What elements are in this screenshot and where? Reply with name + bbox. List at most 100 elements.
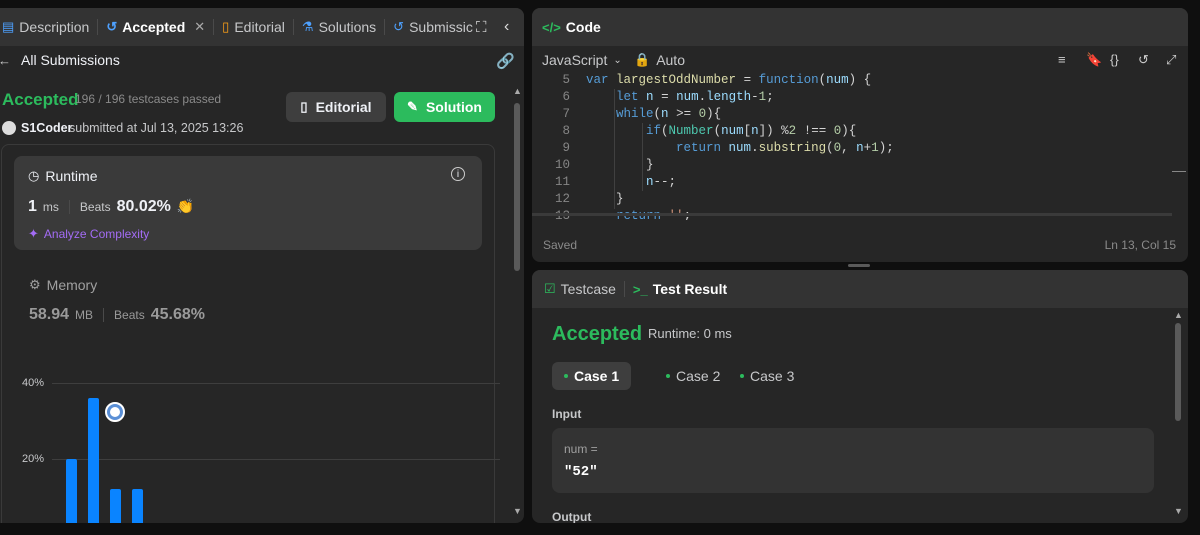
scroll-up-arrow[interactable]: ▲ [1174,310,1183,320]
result-status: Accepted [552,323,643,345]
collapse-chevron-icon[interactable]: ‹ [504,18,509,36]
braces-icon[interactable]: {} [1110,52,1119,67]
scroll-up-arrow[interactable]: ▲ [513,86,522,96]
distribution-bar[interactable] [110,489,121,523]
input-box: num = "52" [552,428,1154,493]
scrollbar-thumb[interactable] [514,103,520,271]
case-3-tab[interactable]: Case 3 [728,362,806,390]
tab-label: Accepted [122,19,186,35]
line-number: 9 [562,141,570,155]
scroll-down-arrow[interactable]: ▼ [513,506,522,516]
runtime-card[interactable]: ◷ Runtime i 1 ms Beats 80.02% 👏 ✦ Analyz… [14,156,482,250]
tab-test-result[interactable]: >_ Test Result [625,270,735,308]
distribution-chart: 40% 20% [22,368,500,523]
input-var-value[interactable]: "52" [564,464,598,480]
maximize-icon[interactable]: ⛶ [476,19,487,36]
language-select[interactable]: JavaScript ⌄ [542,52,622,68]
history-icon: ↺ [393,19,405,34]
bars-area [66,368,496,523]
runtime-title: Runtime [45,168,98,184]
line-number: 12 [554,192,570,206]
line-number: 8 [562,124,570,138]
output-label: Output [552,510,592,523]
expand-icon[interactable]: ⤢ [1166,52,1176,68]
save-status: Saved [543,238,578,252]
tab-testcase[interactable]: ☑ Testcase [532,270,624,308]
runtime-beats-label: Beats [79,200,111,214]
code-line-9: return num.substring(0, n+1); [676,141,894,155]
pass-dot-icon [740,374,744,378]
your-position-marker[interactable] [105,402,125,422]
runtime-unit: ms [42,200,59,214]
runtime-stats: 1 ms Beats 80.02% 👏 [28,198,194,216]
input-var-name: num = [564,442,598,456]
arrow-left-icon: ← [0,52,11,68]
mode-label: Auto [656,52,685,68]
memory-header[interactable]: ⚙ Memory [29,277,97,293]
share-link-icon[interactable]: 🔗 [496,52,515,70]
line-number: 11 [554,175,570,189]
format-icon[interactable]: ≡ [1058,52,1066,67]
analyze-label: Analyze Complexity [43,227,150,241]
tab-code[interactable]: </> Code [532,8,609,46]
terminal-icon: >_ [632,281,648,297]
checkbox-icon: ☑ [544,281,556,296]
code-line-5: var largestOddNumber = function(num) { [586,73,872,87]
code-line-8: if(Number(num[n]) %2 !== 0){ [646,124,857,138]
tab-submissions[interactable]: ↺ Submissic [385,8,481,46]
history-icon: ↺ [106,19,118,34]
tab-label: Editorial [234,19,285,35]
avatar[interactable] [2,121,16,135]
tab-label: Testcase [560,281,616,297]
clap-icon: 👏 [176,198,195,214]
tab-description[interactable]: ▤ Description [0,8,97,46]
username[interactable]: S1Coder [21,121,72,135]
distribution-bar[interactable] [88,398,99,523]
runtime-beats: 80.02% [116,198,171,215]
tab-solutions[interactable]: ⚗ Solutions [294,8,384,46]
analyze-complexity-link[interactable]: ✦ Analyze Complexity [28,226,149,242]
distribution-bar[interactable] [132,489,143,523]
lock-icon: 🔒 [634,52,651,67]
sparkle-icon: ✦ [28,226,39,241]
close-icon[interactable]: ✕ [194,19,205,35]
case-1-tab[interactable]: Case 1 [552,362,632,390]
code-editor[interactable]: 5 var largestOddNumber = function(num) { … [532,72,1172,220]
horizontal-scrollbar[interactable] [532,213,1172,216]
tick-label-40: 40% [22,377,45,389]
tab-editorial[interactable]: ▯ Editorial [214,8,293,46]
bookmark-icon[interactable]: 🔖 [1086,52,1102,68]
testcases-passed: 196 / 196 testcases passed [75,92,222,106]
flask-icon: ⚗ [301,19,314,34]
memory-value: 58.94 [29,306,70,323]
runtime-header: ◷ Runtime [28,168,97,184]
distribution-bar[interactable] [66,459,77,523]
edit-icon: ✎ [407,99,418,114]
tab-label: Code [565,19,601,35]
info-icon[interactable]: i [451,167,465,181]
case-2-tab[interactable]: Case 2 [654,362,732,390]
case-label: Case 3 [750,368,795,384]
editorial-button[interactable]: ▯ Editorial [286,92,386,122]
memory-unit: MB [75,308,94,322]
book-icon: ▯ [300,99,308,114]
back-to-submissions[interactable]: ← All Submissions [0,52,120,68]
memory-stats: 58.94 MB Beats 45.68% [29,306,205,324]
indent-guide [642,123,643,191]
user-avatar-icon [110,407,120,417]
scrollbar-thumb[interactable] [1175,323,1181,421]
auto-mode-toggle[interactable]: 🔒 Auto [634,52,685,68]
pass-dot-icon [564,374,568,378]
scroll-down-arrow[interactable]: ▼ [1174,506,1183,516]
code-panel: </> Code JavaScript ⌄ 🔒 Auto ≡ 🔖 {} ↺ ⤢ … [532,8,1188,262]
memory-beats: 45.68% [150,306,205,323]
indent-guide [614,89,615,209]
back-label: All Submissions [21,52,120,68]
chip-icon: ⚙ [29,277,41,292]
line-number: 7 [562,107,570,121]
tab-accepted[interactable]: ↺ Accepted ✕ [98,8,213,46]
reset-icon[interactable]: ↺ [1138,52,1149,68]
language-label: JavaScript [542,52,608,68]
solution-button[interactable]: ✎ Solution [394,92,495,122]
panel-resize-handle[interactable] [848,264,870,267]
